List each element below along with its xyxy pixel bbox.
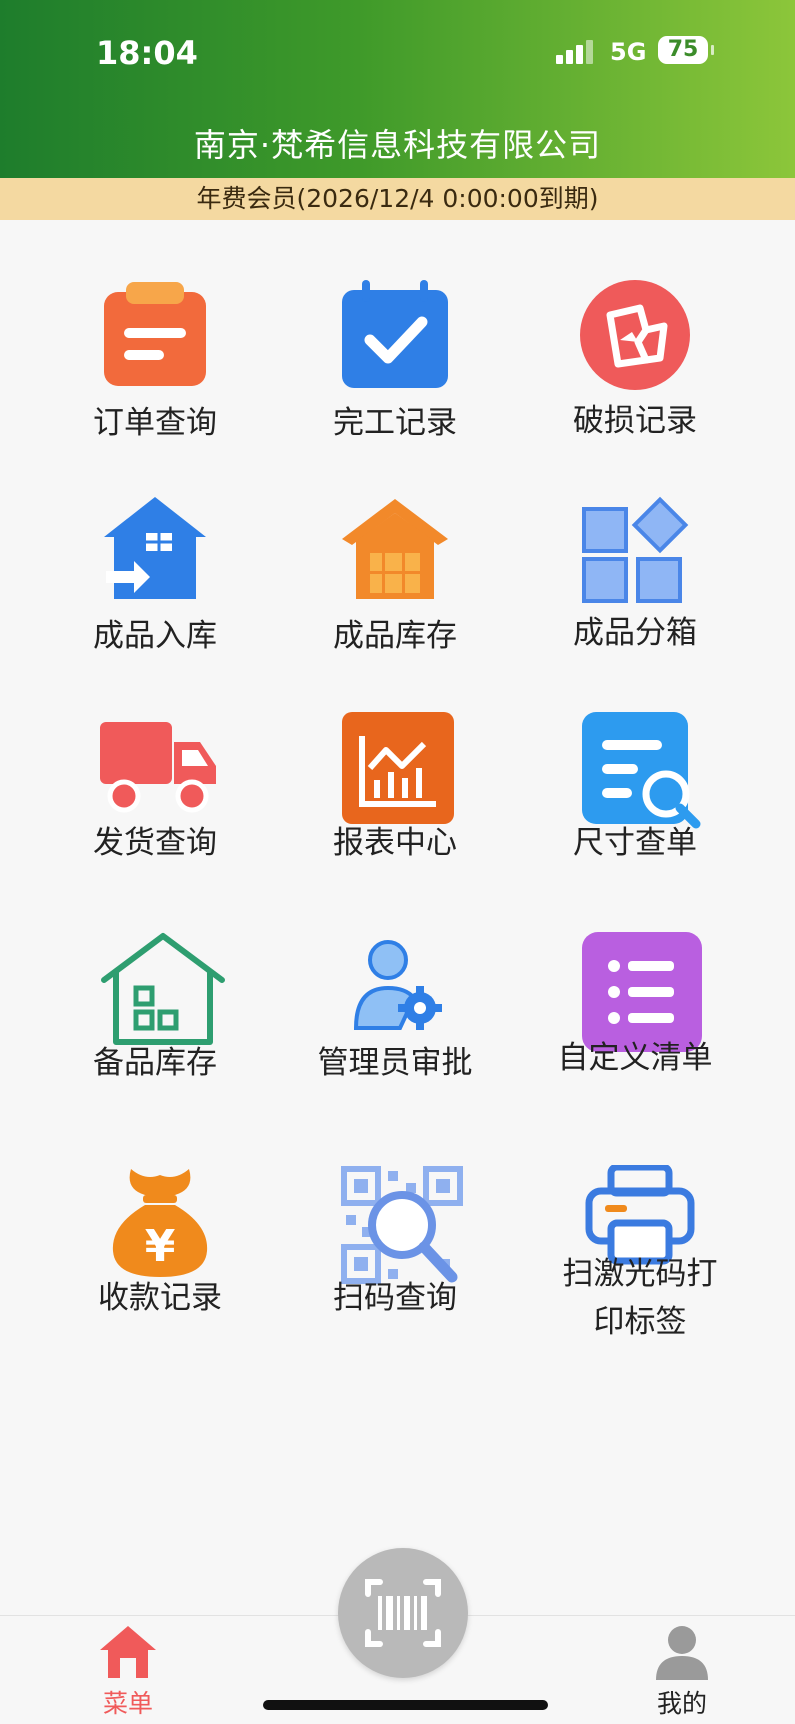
menu-label: 订单查询: [93, 405, 217, 441]
menu-item-product-inbound[interactable]: 成品入库: [40, 455, 270, 675]
battery-level: 75: [667, 37, 699, 62]
menu-label: 发货查询: [93, 825, 217, 861]
menu-item-shipping-query[interactable]: 发货查询: [40, 670, 270, 890]
chart-icon: [342, 712, 454, 824]
admin-gear-icon: [353, 940, 442, 1030]
status-time: 18:04: [96, 34, 198, 72]
printer-icon: [585, 1165, 695, 1265]
warehouse-stock-icon: [342, 499, 448, 599]
menu-label: 成品库存: [333, 618, 457, 654]
menu-item-size-query[interactable]: 尺寸查单: [520, 670, 750, 890]
tab-label: 我的: [656, 1689, 707, 1718]
battery-icon: 75: [658, 36, 714, 64]
home-indicator: [263, 1700, 548, 1710]
menu-item-product-boxing[interactable]: 成品分箱: [520, 455, 750, 675]
barcode-scan-icon: [365, 1579, 441, 1647]
menu-item-completion-record[interactable]: 完工记录: [280, 240, 510, 460]
qr-search-icon: [341, 1166, 463, 1284]
menu-item-spare-stock[interactable]: 备品库存: [40, 890, 270, 1110]
menu-item-payment-record[interactable]: ¥ 收款记录: [45, 1125, 275, 1345]
svg-text:¥: ¥: [145, 1221, 176, 1272]
truck-icon: [100, 722, 216, 813]
broken-photo-icon: [580, 280, 690, 390]
user-icon: [656, 1626, 708, 1680]
signal-icon: [556, 40, 596, 64]
doc-search-icon: [582, 712, 701, 829]
menu-label-line-2: 印标签: [593, 1304, 687, 1340]
tab-menu[interactable]: 菜单: [68, 1624, 188, 1720]
menu-item-scan-query[interactable]: 扫码查询: [280, 1125, 510, 1345]
menu-label: 扫码查询: [333, 1280, 457, 1316]
menu-label: 完工记录: [333, 405, 457, 441]
money-bag-icon: ¥: [112, 1169, 208, 1277]
warehouse-in-icon: [104, 497, 206, 599]
tab-profile[interactable]: 我的: [622, 1624, 742, 1720]
company-name: 南京·梵希信息科技有限公司: [193, 126, 602, 164]
menu-label: 尺寸查单: [573, 825, 697, 861]
tab-label: 菜单: [102, 1689, 153, 1718]
membership-banner: 年费会员(2026/12/4 0:00:00到期): [0, 178, 795, 220]
menu-item-laser-print-label[interactable]: 扫激光码打 印标签: [525, 1125, 755, 1345]
menu-label: 收款记录: [98, 1280, 222, 1316]
menu-item-admin-approval[interactable]: 管理员审批: [280, 890, 510, 1110]
menu-label: 备品库存: [93, 1045, 217, 1081]
spare-house-icon: [101, 933, 225, 1045]
menu-label: 报表中心: [333, 825, 457, 861]
menu-label: 破损记录: [573, 403, 697, 439]
menu-item-product-stock[interactable]: 成品库存: [280, 455, 510, 675]
app-header: 18:04 5G 75 南京·梵希信息科技有限公司: [0, 0, 795, 178]
network-type: 5G: [610, 38, 647, 66]
menu-label: 成品分箱: [573, 615, 697, 651]
menu-item-damage-record[interactable]: 破损记录: [520, 240, 750, 460]
home-icon: [100, 1626, 156, 1678]
menu-label: 管理员审批: [317, 1045, 473, 1081]
menu-label: 自定义清单: [557, 1040, 713, 1076]
clipboard-icon: [104, 282, 206, 386]
blocks-icon: [582, 496, 689, 603]
menu-item-order-query[interactable]: 订单查询: [40, 240, 270, 460]
menu-label-line-1: 扫激光码打: [562, 1256, 718, 1292]
calendar-check-icon: [342, 280, 448, 388]
menu-item-report-center[interactable]: 报表中心: [280, 670, 510, 890]
menu-label: 成品入库: [93, 618, 217, 654]
menu-item-custom-list[interactable]: 自定义清单: [520, 890, 750, 1110]
scan-button[interactable]: [338, 1548, 468, 1678]
